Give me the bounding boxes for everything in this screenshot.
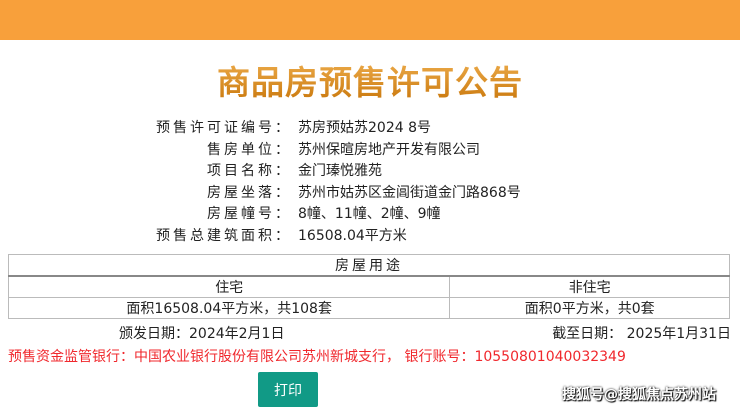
value: 金门瑧悦雅苑 <box>298 163 382 179</box>
table-header: 房屋用途 <box>8 254 730 277</box>
print-button[interactable]: 打印 <box>258 372 318 407</box>
info-row-buildings: 房屋幢号： 8幢、11幢、2幢、9幢 <box>0 204 740 226</box>
value: 16508.04平方米 <box>298 227 407 244</box>
page-title: 商品房预售许可公告 <box>0 56 740 104</box>
info-row-area: 预售总建筑面积： 16508.04平方米 <box>0 226 740 248</box>
label: 预售总建筑面积： <box>156 227 292 244</box>
top-banner <box>0 0 740 40</box>
col-residential: 住宅 <box>7 275 451 298</box>
info-row-permit: 预售许可证编号： 苏房预姑苏2024 8号 <box>0 118 740 140</box>
label: 售房单位： <box>207 141 292 158</box>
info-row-seller: 售房单位： 苏州保暄房地产开发有限公司 <box>0 140 740 162</box>
value: 苏州市姑苏区金阊街道金门路868号 <box>298 184 521 201</box>
value: 8幢、11幢、2幢、9幢 <box>298 206 441 222</box>
label: 房屋幢号： <box>207 206 292 222</box>
value: 苏州保暄房地产开发有限公司 <box>298 141 480 158</box>
residential-value: 面积16508.04平方米，共108套 <box>7 297 451 319</box>
bank-info: 预售资金监管银行：中国农业银行股份有限公司苏州新城支行， 银行账号：105508… <box>8 349 626 365</box>
label: 房屋坐落： <box>207 184 292 201</box>
value: 苏房预姑苏2024 8号 <box>298 120 431 136</box>
watermark: 搜狐号@搜狐焦点苏州站 <box>562 387 716 403</box>
usage-table: 房屋用途 住宅 非住宅 面积16508.04平方米，共108套 面积0平方米，共0套 <box>7 254 730 319</box>
label: 预售许可证编号： <box>156 120 292 136</box>
end-date: 截至日期： 2025年1月31日 <box>552 326 731 342</box>
info-row-location: 房屋坐落： 苏州市姑苏区金阊街道金门路868号 <box>0 183 740 205</box>
issue-date: 颁发日期：2024年2月1日 <box>119 326 285 342</box>
info-list: 预售许可证编号： 苏房预姑苏2024 8号 售房单位： 苏州保暄房地产开发有限公司 … <box>0 118 740 247</box>
info-row-project: 项目名称： 金门瑧悦雅苑 <box>0 161 740 183</box>
col-non-residential: 非住宅 <box>449 275 730 298</box>
label: 项目名称： <box>207 163 292 179</box>
non-residential-value: 面积0平方米，共0套 <box>449 297 730 319</box>
